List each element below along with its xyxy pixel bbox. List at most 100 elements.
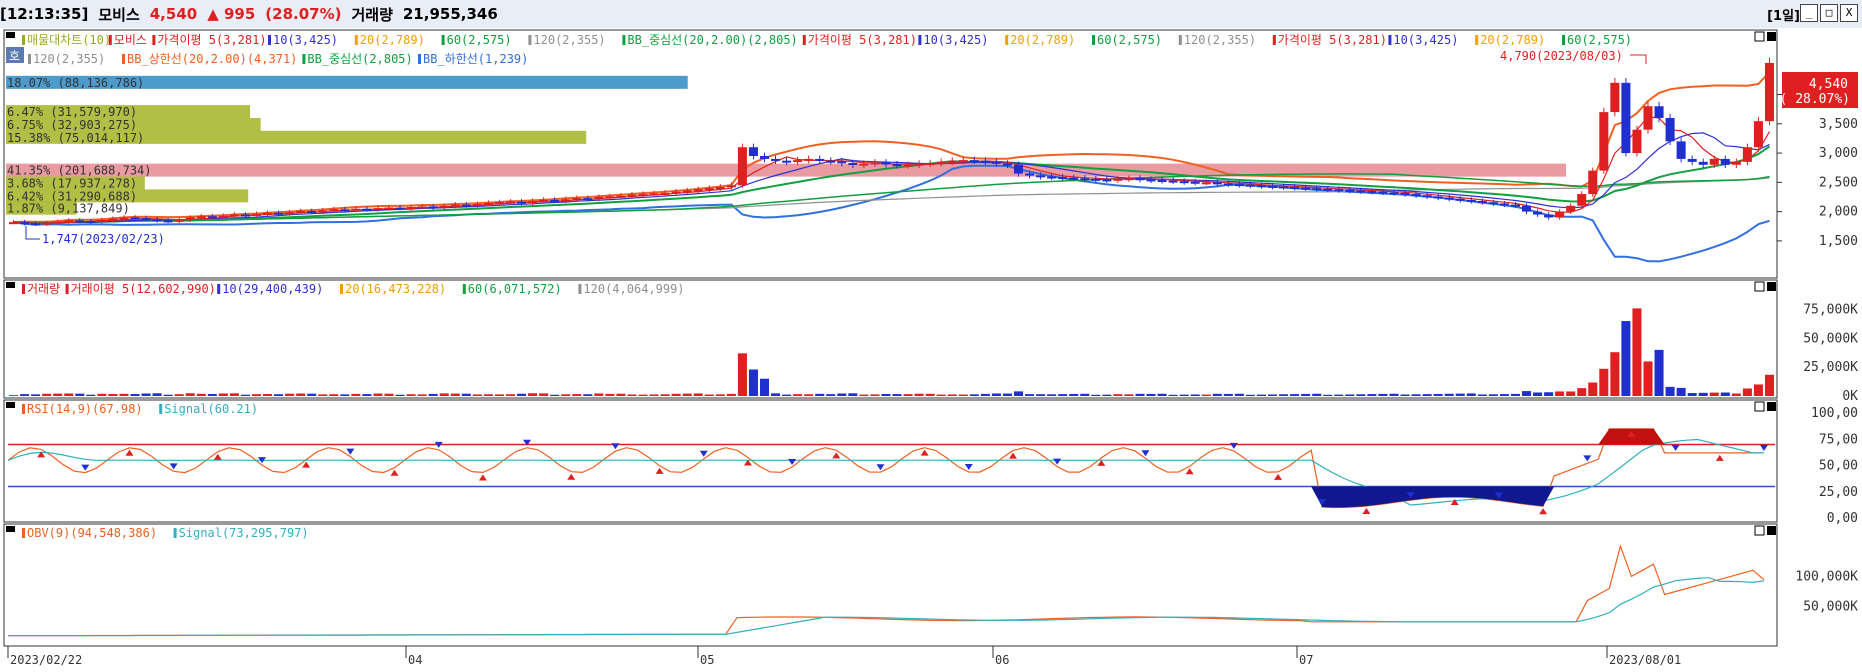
candle: [31, 223, 41, 226]
candle: [1168, 180, 1178, 183]
volume-bar: [1709, 392, 1719, 396]
legend-swatch: [302, 54, 306, 64]
volume-bar: [196, 393, 206, 396]
volume-bar: [1389, 393, 1399, 396]
candle: [914, 163, 924, 166]
chart-area[interactable]: 18.07% (88,136,786)6.47% (31,579,970)6.7…: [0, 28, 1862, 672]
volume-bar: [638, 394, 648, 396]
volume-bar: [1069, 393, 1079, 396]
candle: [1345, 189, 1355, 192]
candle: [594, 196, 604, 199]
date-label: 2023/02/22: [10, 653, 82, 667]
legend-item: 10(3,425): [1393, 33, 1458, 47]
candle: [616, 195, 626, 198]
candle: [815, 158, 825, 161]
panel-restore-icon: [1754, 31, 1765, 42]
candle: [848, 163, 858, 166]
candle: [384, 207, 394, 210]
candle: [572, 198, 582, 201]
volume-bar: [1477, 394, 1487, 396]
volume-bar: [417, 394, 427, 396]
legend-swatch: [1272, 35, 1276, 45]
candle: [528, 201, 538, 204]
volume-bar: [1433, 393, 1443, 396]
candle: [583, 198, 593, 201]
volume-bar: [1212, 393, 1222, 396]
candle: [1190, 181, 1200, 184]
legend-item: 10(29,400,439): [222, 282, 323, 296]
candle: [561, 199, 571, 202]
candle: [417, 206, 427, 209]
candle: [340, 209, 350, 212]
volume-bar: [185, 393, 195, 396]
date-label: 07: [1299, 653, 1313, 667]
volume-bar: [1731, 393, 1741, 396]
candle: [837, 161, 847, 164]
candle: [1025, 173, 1035, 176]
candle: [660, 192, 670, 195]
candle: [240, 214, 250, 217]
volume-bar: [1720, 392, 1730, 396]
volume-bar: [1234, 393, 1244, 396]
candle: [936, 161, 946, 164]
candle: [1223, 183, 1233, 186]
candle: [207, 216, 217, 219]
candle: [185, 217, 195, 220]
candle: [1234, 184, 1244, 187]
volume-tick-label: 25,000K: [1803, 360, 1858, 375]
period-selector[interactable]: [1일]: [1767, 5, 1800, 24]
candle: [782, 160, 792, 163]
volume-bar: [980, 393, 990, 396]
legend-item: 60(6,071,572): [468, 282, 562, 296]
minimize-button[interactable]: _: [1800, 4, 1818, 22]
obv-tick-label: 100,000K: [1795, 569, 1858, 584]
maximize-button[interactable]: □: [1820, 4, 1838, 22]
volume-bar: [1510, 393, 1520, 396]
clock: [12:13:35]: [0, 5, 89, 23]
candle: [494, 202, 504, 205]
candle: [251, 213, 262, 216]
volume-bar: [1168, 394, 1178, 396]
volume-bar: [472, 394, 482, 396]
legend-item: 가격이평 5(3,281): [808, 33, 917, 47]
legend-item: 20(2,789): [360, 33, 425, 47]
close-button[interactable]: X: [1840, 4, 1858, 22]
volume-bar: [450, 393, 460, 396]
volume-bar: [1256, 394, 1266, 396]
panel-close-icon: [1767, 526, 1776, 535]
legend-swatch: [28, 54, 31, 64]
legend-item: 가격이평 5(3,281): [157, 33, 266, 47]
candle: [428, 206, 438, 209]
candle: [450, 204, 460, 207]
volume-bar: [671, 393, 681, 396]
legend-item: 가격이평 5(3,281): [1278, 33, 1387, 47]
volume-bar: [1742, 388, 1752, 396]
volume-bar: [859, 394, 869, 396]
volume-bar: [461, 393, 471, 396]
volume-bar: [1002, 393, 1012, 396]
candle: [1135, 178, 1145, 181]
panel-restore-icon: [1754, 525, 1765, 536]
volume-profile-label: 18.07% (88,136,786): [7, 76, 144, 90]
volume-bar: [693, 393, 703, 396]
candle: [517, 201, 527, 204]
legend-item: 거래량: [27, 282, 60, 296]
candle: [1080, 178, 1090, 181]
candle: [351, 208, 361, 211]
candle: [1256, 185, 1266, 188]
candle: [42, 222, 52, 225]
stock-name: 모비스: [98, 5, 140, 24]
rsi-legend: RSI(14,9)(67.98) Signal(60.21): [22, 402, 258, 416]
legend-item: 120(4,064,999): [583, 282, 684, 296]
legend-swatch: [528, 35, 532, 45]
candle: [726, 185, 736, 188]
candle: [1124, 178, 1134, 181]
candle: [1279, 186, 1289, 189]
volume-bar: [263, 394, 273, 396]
volume-bar: [1566, 391, 1576, 396]
volume-bar: [660, 394, 670, 396]
legend-swatch: [354, 35, 358, 45]
panel-menu-icon: [6, 32, 15, 38]
volume-bar: [793, 394, 803, 396]
candle: [881, 162, 891, 165]
